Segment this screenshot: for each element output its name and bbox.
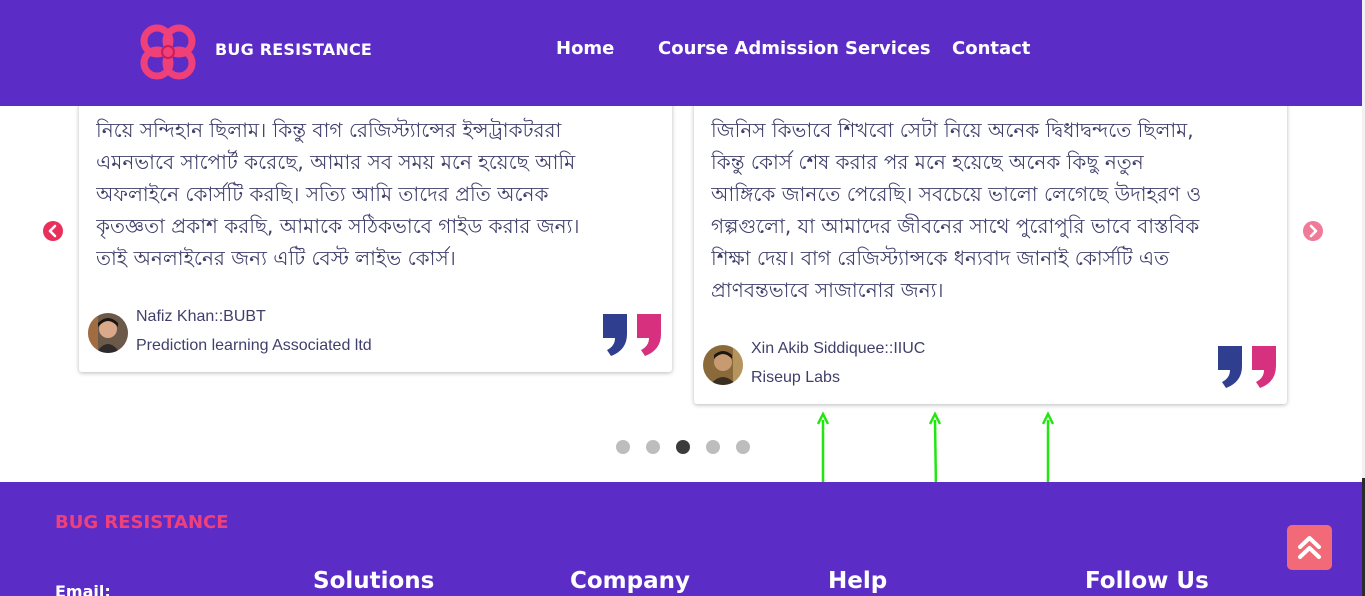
testimonial-line: আঙ্গিকে জানতে পেরেছি। সবচেয়ে ভালো লেগেছ…: [711, 182, 1202, 206]
testimonial-line: জিনিস কিভাবে শিখবো সেটা নিয়ে অনেক দ্বিধ…: [711, 118, 1194, 142]
testimonial-line: তাই অনলাইনের জন্য এটি বেস্ট লাইভ কোর্স।: [96, 246, 456, 270]
scroll-to-top-button[interactable]: [1287, 525, 1332, 570]
page: নিয়ে সন্দিহান ছিলাম। কিন্তু বাগ রেজিস্ট…: [0, 0, 1365, 596]
testimonial-line: কিন্তু কোর্স শেষ করার পর মনে হয়েছে অনেক…: [711, 150, 1144, 174]
carousel-dot[interactable]: [706, 440, 720, 454]
footer-heading-company: Company: [570, 568, 690, 594]
testimonial-line: শিক্ষা দেয়। বাগ রেজিস্ট্যান্সকে ধন্যবাদ…: [711, 246, 1170, 270]
testimonial-line: এমনভাবে সাপোর্ট করেছে, আমার সব সময় মনে …: [96, 150, 576, 174]
quote-icon: [601, 310, 665, 358]
nav-services[interactable]: Services: [845, 38, 931, 59]
chevron-right-icon: [1309, 224, 1318, 238]
site-footer: BUG RESISTANCE Email: Solutions Company …: [0, 482, 1362, 596]
testimonial-card: জিনিস কিভাবে শিখবো সেটা নিয়ে অনেক দ্বিধ…: [694, 70, 1287, 404]
avatar: [88, 313, 128, 353]
testimonial-line: গল্পগুলো, যা আমাদের জীবনের সাথে পুরোপুরি…: [711, 214, 1200, 238]
footer-heading-solutions: Solutions: [313, 568, 435, 594]
author-org: Prediction learning Associated ltd: [136, 337, 372, 354]
annotation-arrow-icon: [929, 411, 941, 491]
annotation-arrow-icon: [1042, 411, 1054, 484]
logo-icon[interactable]: [137, 21, 199, 83]
testimonial-text: জিনিস কিভাবে শিখবো সেটা নিয়ে অনেক দ্বিধ…: [711, 114, 1271, 306]
avatar: [703, 345, 743, 385]
testimonial-line: নিয়ে সন্দিহান ছিলাম। কিন্তু বাগ রেজিস্ট…: [96, 118, 562, 142]
testimonial-card: নিয়ে সন্দিহান ছিলাম। কিন্তু বাগ রেজিস্ট…: [79, 70, 672, 372]
nav-home[interactable]: Home: [556, 38, 614, 59]
carousel-next-button[interactable]: [1303, 221, 1323, 241]
annotation-arrow-icon: [817, 411, 829, 490]
testimonial-text: নিয়ে সন্দিহান ছিলাম। কিন্তু বাগ রেজিস্ট…: [96, 114, 656, 274]
author-org: Riseup Labs: [751, 369, 840, 386]
testimonial-line: অফলাইনে কোর্সটি করছি। সত্যি আমি তাদের প্…: [96, 182, 549, 206]
site-header: BUG RESISTANCE Home Course Admission Ser…: [0, 0, 1362, 106]
nav-course-admission[interactable]: Course Admission: [658, 38, 839, 59]
quote-icon: [1216, 342, 1280, 390]
chevron-left-icon: [48, 224, 57, 238]
carousel-dot[interactable]: [646, 440, 660, 454]
author-name: Xin Akib Siddiquee::IIUC: [751, 340, 926, 357]
double-chevron-up-icon: [1298, 536, 1321, 559]
testimonial-line: কৃতজ্ঞতা প্রকাশ করছি, আমাকে সঠিকভাবে গাই…: [96, 214, 580, 238]
carousel-dot[interactable]: [616, 440, 630, 454]
carousel-prev-button[interactable]: [43, 221, 63, 241]
testimonial-line: প্রাণবন্তভাবে সাজানোর জন্য।: [711, 278, 944, 302]
nav-contact[interactable]: Contact: [952, 38, 1030, 59]
carousel-dot-active[interactable]: [676, 440, 690, 454]
author-name: Nafiz Khan::BUBT: [136, 308, 266, 325]
brand-name[interactable]: BUG RESISTANCE: [215, 40, 372, 59]
carousel-dot[interactable]: [736, 440, 750, 454]
footer-brand: BUG RESISTANCE: [55, 512, 229, 533]
footer-heading-help: Help: [828, 568, 888, 594]
footer-heading-follow-us: Follow Us: [1085, 568, 1209, 594]
author-info: Nafiz Khan::BUBT Prediction learning Ass…: [136, 302, 372, 360]
footer-email-label: Email:: [55, 582, 111, 596]
author-info: Xin Akib Siddiquee::IIUC Riseup Labs: [751, 334, 925, 392]
